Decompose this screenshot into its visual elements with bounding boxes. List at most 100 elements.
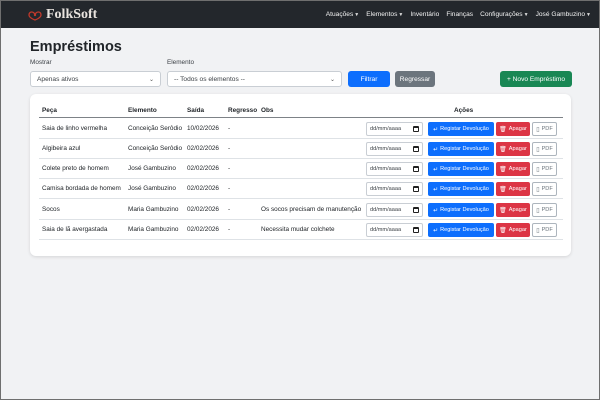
- date-placeholder: dd/mm/aaaa: [370, 126, 402, 132]
- nav-inventario[interactable]: Inventário: [410, 11, 439, 18]
- register-return-button[interactable]: ↵ Registar Devolução: [428, 142, 494, 156]
- register-return-label: Registar Devolução: [440, 186, 489, 192]
- cell-peca: Algibeira azul: [42, 145, 81, 152]
- delete-label: Apagar: [508, 126, 527, 132]
- element-select[interactable]: -- Todos os elementos -- ⌄: [167, 71, 342, 87]
- pdf-button[interactable]: ▯ PDF: [532, 162, 557, 176]
- chevron-down-icon: ⌄: [148, 76, 154, 83]
- table-row: Camisa bordada de homem José Gambuzino 0…: [39, 179, 563, 199]
- nav-configuracoes[interactable]: Configurações ▼: [480, 11, 528, 18]
- register-return-button[interactable]: ↵ Registar Devolução: [428, 223, 494, 237]
- register-return-button[interactable]: ↵ Registar Devolução: [428, 203, 494, 217]
- register-return-button[interactable]: ↵ Registar Devolução: [428, 162, 494, 176]
- delete-button[interactable]: 🗑 Apagar: [496, 203, 530, 217]
- pdf-label: PDF: [541, 146, 553, 152]
- delete-button[interactable]: 🗑 Apagar: [496, 142, 530, 156]
- calendar-icon[interactable]: [413, 166, 419, 172]
- cell-regresso: -: [228, 206, 231, 213]
- delete-button[interactable]: 🗑 Apagar: [496, 182, 530, 196]
- trash-icon: 🗑: [499, 227, 507, 234]
- pdf-button[interactable]: ▯ PDF: [532, 182, 557, 196]
- nav-label: Inventário: [410, 11, 440, 18]
- cell-elemento: Maria Gambuzino: [128, 206, 179, 213]
- cell-saida: 02/02/2026: [187, 185, 219, 192]
- nav-label: Configurações: [480, 11, 523, 18]
- cell-peca: Saia de linho vermelha: [42, 125, 108, 132]
- trash-icon: 🗑: [499, 146, 507, 153]
- return-date-input[interactable]: dd/mm/aaaa: [366, 162, 423, 176]
- nav-atuacoes[interactable]: Atuações ▼: [326, 11, 359, 18]
- pdf-button[interactable]: ▯ PDF: [532, 203, 557, 217]
- col-header-saida: Saída: [187, 107, 205, 114]
- file-pdf-icon: ▯: [536, 227, 540, 234]
- col-header-elemento: Elemento: [128, 107, 157, 114]
- date-placeholder: dd/mm/aaaa: [370, 166, 402, 172]
- table-row: Algibeira azul Conceição Serôdio 02/02/2…: [39, 139, 563, 159]
- pdf-label: PDF: [541, 207, 553, 213]
- register-return-label: Registar Devolução: [440, 146, 489, 152]
- calendar-icon[interactable]: [413, 186, 419, 192]
- register-return-label: Registar Devolução: [440, 126, 489, 132]
- cell-regresso: -: [228, 145, 231, 152]
- register-return-button[interactable]: ↵ Registar Devolução: [428, 182, 494, 196]
- element-label: Elemento: [167, 59, 194, 66]
- calendar-icon[interactable]: [413, 146, 419, 152]
- cell-regresso: -: [228, 226, 231, 233]
- col-header-peca: Peça: [42, 107, 57, 114]
- register-return-button[interactable]: ↵ Registar Devolução: [428, 122, 494, 136]
- nav-label: Elementos: [366, 11, 398, 18]
- file-pdf-icon: ▯: [536, 207, 540, 214]
- pdf-button[interactable]: ▯ PDF: [532, 122, 557, 136]
- back-button[interactable]: Regressar: [395, 71, 435, 87]
- register-return-label: Registar Devolução: [440, 227, 489, 233]
- page-title: Empréstimos: [30, 39, 122, 55]
- delete-button[interactable]: 🗑 Apagar: [496, 162, 530, 176]
- return-date-input[interactable]: dd/mm/aaaa: [366, 223, 423, 237]
- show-select-value: Apenas ativos: [37, 75, 79, 83]
- new-loan-button[interactable]: + Novo Empréstimo: [500, 71, 572, 87]
- calendar-icon[interactable]: [413, 227, 419, 233]
- cell-elemento: José Gambuzino: [128, 165, 176, 172]
- cell-elemento: José Gambuzino: [128, 185, 176, 192]
- cell-saida: 02/02/2026: [187, 206, 219, 213]
- cell-regresso: -: [228, 185, 231, 192]
- brand[interactable]: FolkSoft: [27, 7, 97, 23]
- delete-button[interactable]: 🗑 Apagar: [496, 122, 530, 136]
- cell-saida: 02/02/2026: [187, 145, 219, 152]
- delete-button[interactable]: 🗑 Apagar: [496, 223, 530, 237]
- cell-elemento: Maria Gambuzino: [128, 226, 179, 233]
- return-date-input[interactable]: dd/mm/aaaa: [366, 122, 423, 136]
- trash-icon: 🗑: [499, 186, 507, 193]
- nav-user-menu[interactable]: José Gambuzino ▼: [536, 11, 591, 18]
- caret-down-icon: ▼: [354, 11, 360, 18]
- file-pdf-icon: ▯: [536, 146, 540, 153]
- nav-financas[interactable]: Finanças: [446, 11, 473, 18]
- return-date-input[interactable]: dd/mm/aaaa: [366, 203, 423, 217]
- col-header-regresso: Regresso: [228, 107, 258, 114]
- pdf-button[interactable]: ▯ PDF: [532, 223, 557, 237]
- register-return-label: Registar Devolução: [440, 166, 489, 172]
- cell-regresso: -: [228, 165, 231, 172]
- filter-button[interactable]: Filtrar: [348, 71, 390, 87]
- cell-obs: Os socos precisam de manutenção: [261, 206, 362, 213]
- nav-elementos[interactable]: Elementos ▼: [366, 11, 403, 18]
- caret-down-icon: ▼: [586, 11, 591, 18]
- return-date-input[interactable]: dd/mm/aaaa: [366, 182, 423, 196]
- trash-icon: 🗑: [499, 126, 507, 133]
- return-arrow-icon: ↵: [433, 186, 439, 193]
- show-select[interactable]: Apenas ativos ⌄: [30, 71, 161, 87]
- date-placeholder: dd/mm/aaaa: [370, 146, 402, 152]
- brand-name: FolkSoft: [46, 6, 98, 22]
- table-row: Colete preto de homem José Gambuzino 02/…: [39, 159, 563, 179]
- main-nav: Atuações ▼ Elementos ▼ Inventário Finanç…: [326, 11, 591, 18]
- return-date-input[interactable]: dd/mm/aaaa: [366, 142, 423, 156]
- calendar-icon[interactable]: [413, 126, 419, 132]
- return-arrow-icon: ↵: [433, 146, 439, 153]
- col-header-acoes: Ações: [454, 107, 474, 114]
- calendar-icon[interactable]: [413, 207, 419, 213]
- nav-label: José Gambuzino: [535, 11, 586, 18]
- show-label: Mostrar: [30, 59, 52, 66]
- pdf-label: PDF: [541, 227, 553, 233]
- chevron-down-icon: ⌄: [329, 76, 335, 83]
- pdf-button[interactable]: ▯ PDF: [532, 142, 557, 156]
